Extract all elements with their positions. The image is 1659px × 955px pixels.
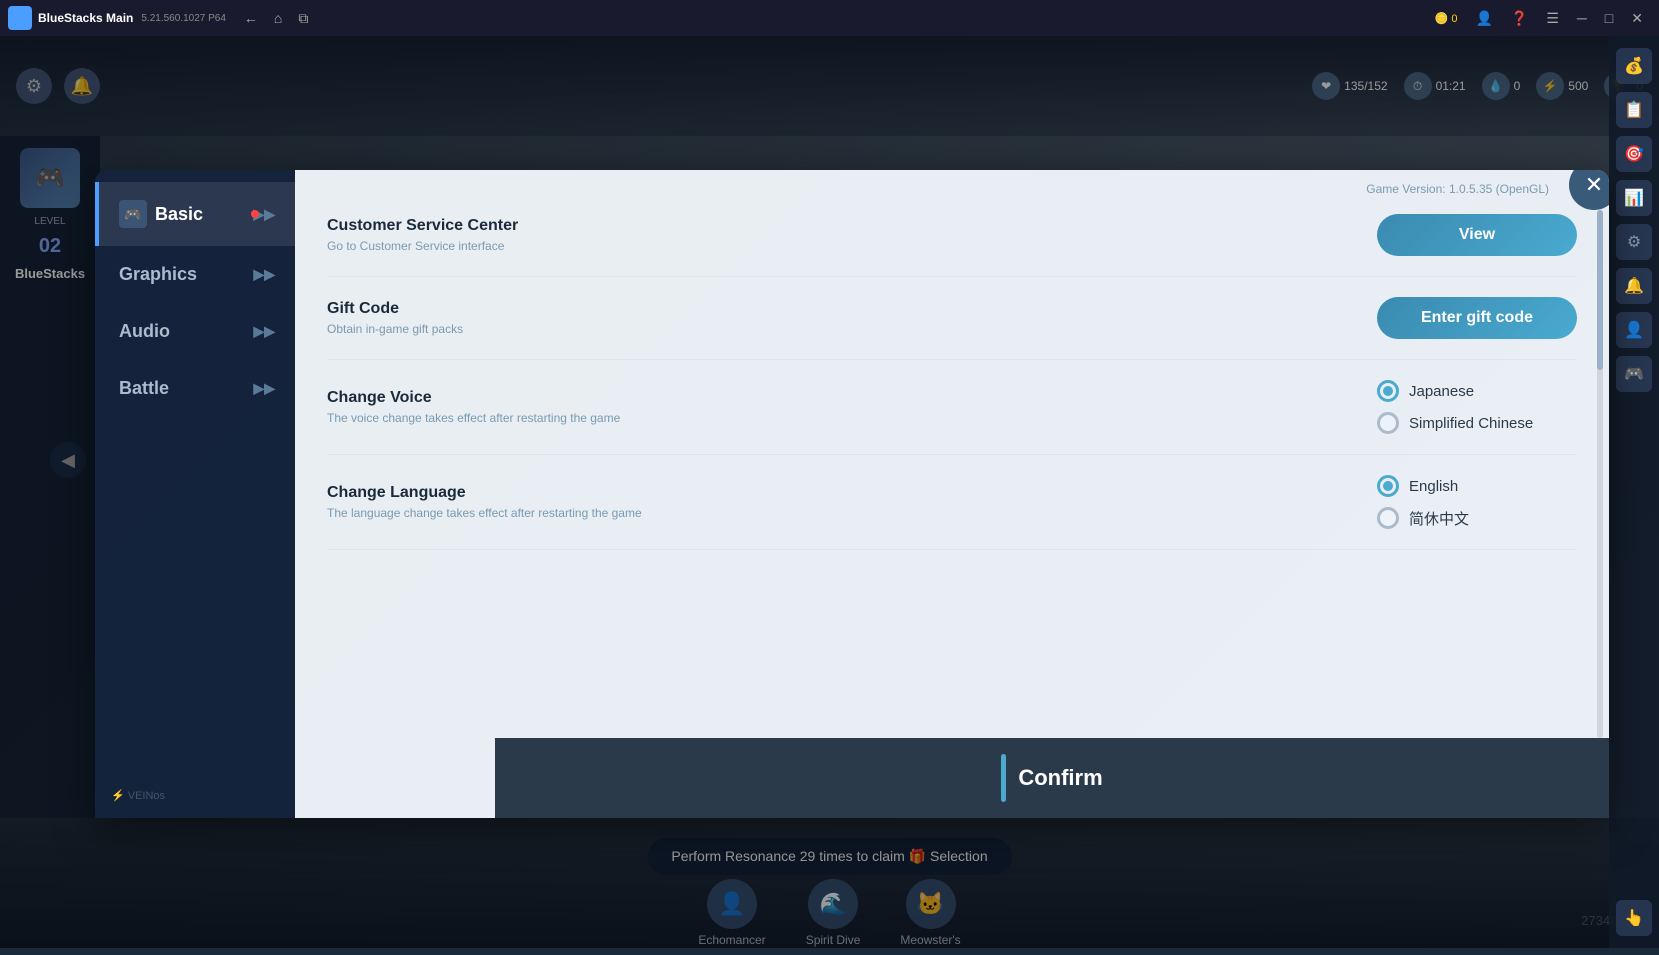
sidebar-icon-bottom[interactable]: 👆	[1616, 900, 1652, 936]
settings-panel: 🎮 Basic ▶▶ Graphics ▶▶ Audio ▶▶ Battle ▶…	[95, 170, 1609, 818]
confirm-text: Confirm	[1018, 765, 1102, 791]
window-button[interactable]: ⧉	[292, 8, 314, 29]
lang-english-radio[interactable]	[1377, 475, 1399, 497]
nav-item-audio[interactable]: Audio ▶▶	[95, 303, 295, 360]
change-voice-sub: The voice change takes effect after rest…	[327, 411, 1353, 425]
enter-gift-code-button[interactable]: Enter gift code	[1377, 297, 1577, 339]
nav-audio-label: Audio	[119, 321, 170, 342]
lang-english-option[interactable]: English	[1377, 475, 1577, 497]
nav-battle-arrow: ▶▶	[253, 380, 275, 397]
scrollbar-track	[1597, 210, 1603, 738]
change-language-sub: The language change takes effect after r…	[327, 506, 1353, 520]
titlebar-nav: ← ⌂ ⧉	[238, 8, 314, 29]
customer-service-control: View	[1377, 214, 1577, 256]
confirm-bar-inner: Confirm	[1001, 754, 1102, 802]
gift-code-label: Gift Code Obtain in-game gift packs	[327, 300, 1353, 336]
lang-english-label: English	[1409, 478, 1458, 495]
right-sidebar: 💰 📋 🎯 📊 ⚙ 🔔 👤 🎮 👆	[1609, 36, 1659, 948]
nav-item-basic[interactable]: 🎮 Basic ▶▶	[95, 182, 295, 246]
sidebar-icon-6[interactable]: 🔔	[1616, 268, 1652, 304]
back-button[interactable]: ←	[238, 8, 264, 29]
titlebar: BlueStacks Main 5.21.560.1027 P64 ← ⌂ ⧉ …	[0, 0, 1659, 36]
settings-nav: 🎮 Basic ▶▶ Graphics ▶▶ Audio ▶▶ Battle ▶…	[95, 170, 295, 818]
change-language-control: English 简休中文	[1377, 475, 1577, 529]
help-button[interactable]: ❓	[1503, 8, 1536, 29]
customer-service-title: Customer Service Center	[327, 217, 1353, 235]
window-controls: 🪙 0 👤 ❓ ☰ ─ □ ✕	[1427, 8, 1651, 29]
vein-logo-text: ⚡ VEINos	[111, 789, 165, 802]
customer-service-sub: Go to Customer Service interface	[327, 239, 1353, 253]
minimize-button[interactable]: ─	[1569, 8, 1595, 29]
sidebar-icon-5[interactable]: ⚙	[1616, 224, 1652, 260]
customer-service-row: Customer Service Center Go to Customer S…	[327, 194, 1577, 277]
nav-graphics-arrow: ▶▶	[253, 266, 275, 283]
change-language-label: Change Language The language change take…	[327, 484, 1353, 520]
change-language-title: Change Language	[327, 484, 1353, 502]
gift-code-sub: Obtain in-game gift packs	[327, 322, 1353, 336]
nav-graphics-label: Graphics	[119, 264, 197, 285]
lang-chinese-option[interactable]: 简休中文	[1377, 507, 1577, 529]
scrollbar-thumb[interactable]	[1597, 210, 1603, 370]
bluestacks-logo	[8, 6, 32, 30]
view-button[interactable]: View	[1377, 214, 1577, 256]
nav-audio-arrow: ▶▶	[253, 323, 275, 340]
change-language-row: Change Language The language change take…	[327, 455, 1577, 550]
gift-code-title: Gift Code	[327, 300, 1353, 318]
sidebar-icon-2[interactable]: 📋	[1616, 92, 1652, 128]
sidebar-icon-7[interactable]: 👤	[1616, 312, 1652, 348]
app-subtitle: 5.21.560.1027 P64	[141, 13, 226, 24]
close-button[interactable]: ✕	[1623, 8, 1651, 29]
lang-chinese-radio[interactable]	[1377, 507, 1399, 529]
change-voice-control: Japanese Simplified Chinese	[1377, 380, 1577, 434]
change-voice-title: Change Voice	[327, 389, 1353, 407]
sidebar-icon-4[interactable]: 📊	[1616, 180, 1652, 216]
nav-item-battle[interactable]: Battle ▶▶	[95, 360, 295, 417]
game-version: Game Version: 1.0.5.35 (OpenGL)	[1366, 182, 1549, 196]
maximize-button[interactable]: □	[1597, 8, 1621, 29]
sidebar-icon-1[interactable]: 💰	[1616, 48, 1652, 84]
gift-code-row: Gift Code Obtain in-game gift packs Ente…	[327, 277, 1577, 360]
nav-basic-label: Basic	[155, 204, 203, 225]
confirm-bar[interactable]: Confirm	[495, 738, 1609, 818]
voice-chinese-label: Simplified Chinese	[1409, 415, 1533, 432]
voice-chinese-option[interactable]: Simplified Chinese	[1377, 412, 1577, 434]
nav-basic-dot	[251, 210, 259, 218]
confirm-accent	[1001, 754, 1006, 802]
customer-service-label: Customer Service Center Go to Customer S…	[327, 217, 1353, 253]
coin-display: 🪙 0	[1427, 8, 1466, 29]
gift-code-control: Enter gift code	[1377, 297, 1577, 339]
settings-content: Game Version: 1.0.5.35 (OpenGL) Customer…	[295, 170, 1609, 818]
lang-chinese-label: 简休中文	[1409, 508, 1469, 529]
nav-battle-label: Battle	[119, 378, 169, 399]
home-button[interactable]: ⌂	[268, 8, 288, 29]
profile-button[interactable]: 👤	[1467, 8, 1500, 29]
basic-icon: 🎮	[119, 200, 147, 228]
change-voice-row: Change Voice The voice change takes effe…	[327, 360, 1577, 455]
menu-button[interactable]: ☰	[1538, 8, 1567, 29]
voice-chinese-radio[interactable]	[1377, 412, 1399, 434]
voice-japanese-option[interactable]: Japanese	[1377, 380, 1577, 402]
sidebar-icon-3[interactable]: 🎯	[1616, 136, 1652, 172]
vein-logo: ⚡ VEINos	[95, 773, 295, 818]
sidebar-icon-8[interactable]: 🎮	[1616, 356, 1652, 392]
app-title: BlueStacks Main	[38, 11, 133, 25]
change-voice-label: Change Voice The voice change takes effe…	[327, 389, 1353, 425]
nav-item-graphics[interactable]: Graphics ▶▶	[95, 246, 295, 303]
voice-japanese-radio[interactable]	[1377, 380, 1399, 402]
voice-japanese-label: Japanese	[1409, 383, 1474, 400]
